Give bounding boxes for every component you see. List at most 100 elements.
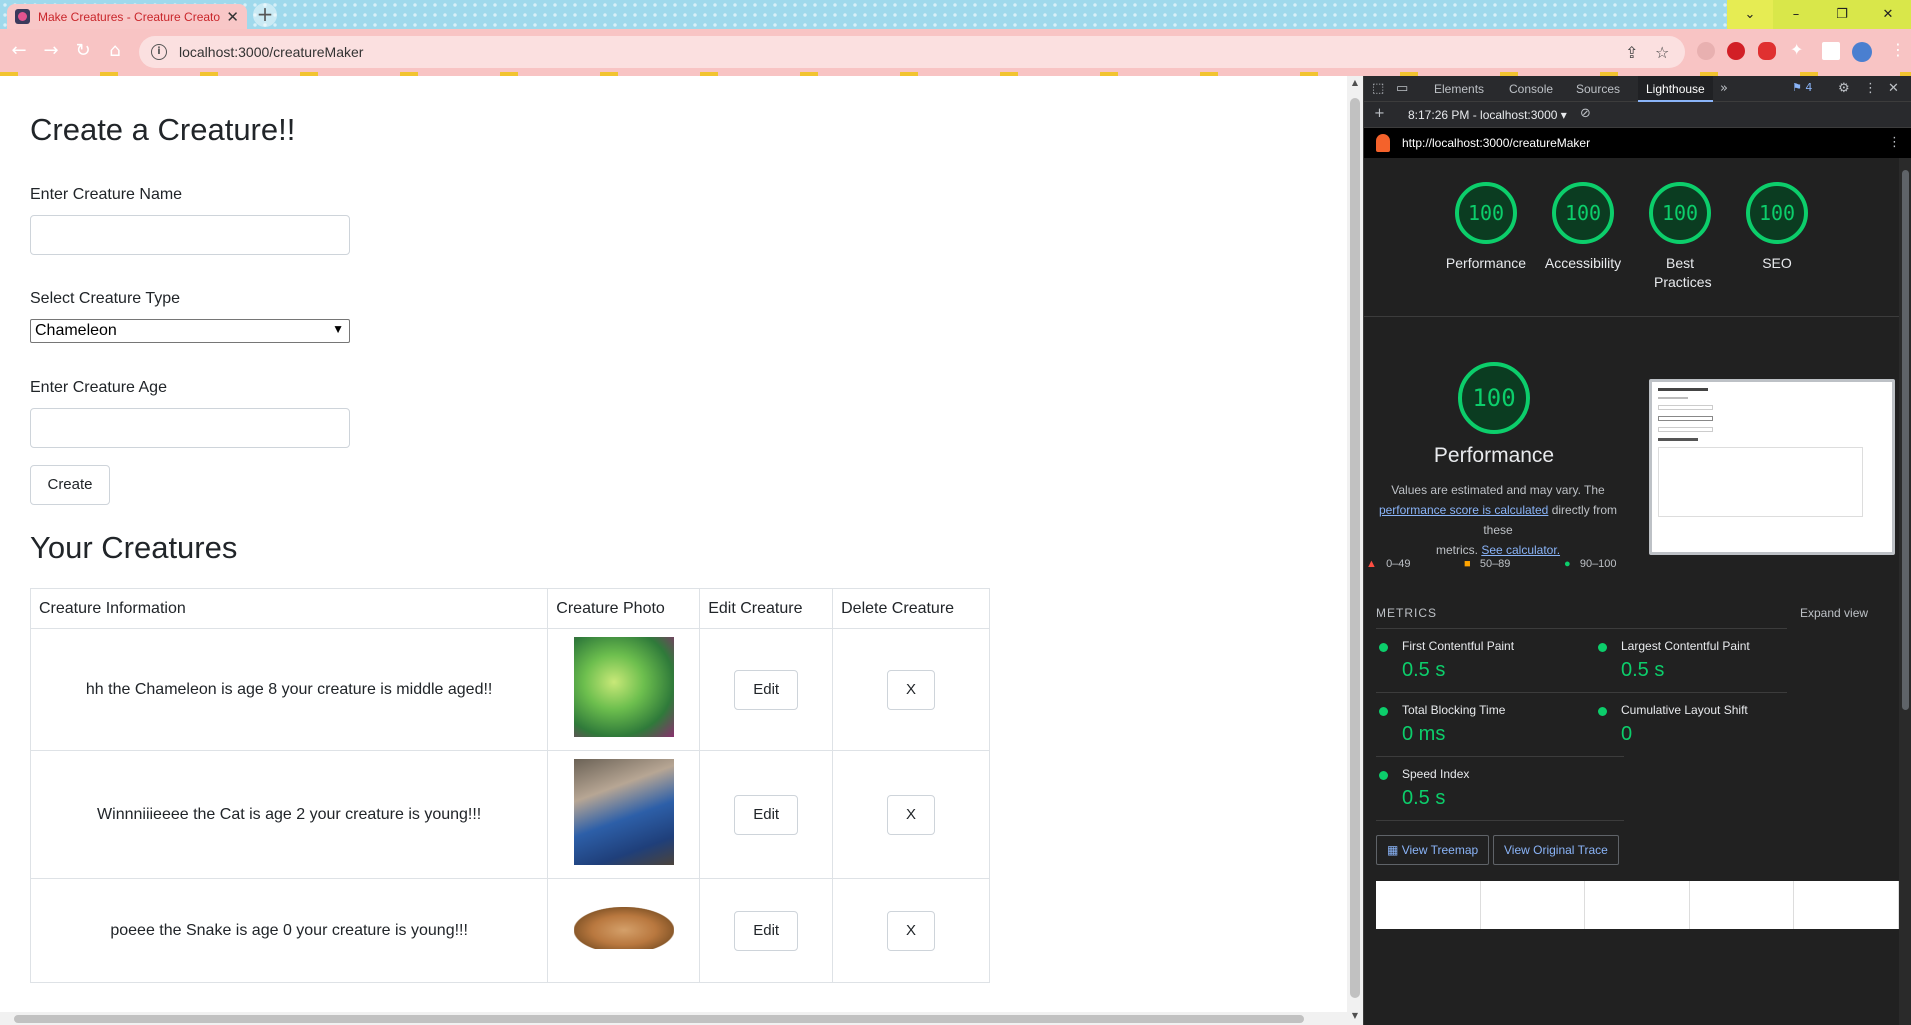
- tab-lighthouse[interactable]: Lighthouse: [1638, 76, 1713, 102]
- extension-icon[interactable]: [1697, 42, 1715, 60]
- extension-icon[interactable]: [1758, 42, 1776, 60]
- legend-label: 50–89: [1479, 558, 1511, 570]
- scroll-up-icon[interactable]: ▲: [1347, 78, 1363, 87]
- creature-info: hh the Chameleon is age 8 your creature …: [29, 628, 549, 751]
- scroll-down-icon[interactable]: ▼: [1347, 1011, 1363, 1020]
- restore-button[interactable]: ❐: [1819, 0, 1865, 29]
- delete-cell: X: [832, 750, 990, 879]
- extension-icon[interactable]: [1727, 42, 1745, 60]
- score-calculation-link[interactable]: performance score is calculated: [1379, 503, 1548, 517]
- filmstrip-frame: [1794, 881, 1899, 929]
- report-url[interactable]: http://localhost:3000/creatureMaker: [1402, 136, 1590, 150]
- more-tabs-icon[interactable]: »: [1720, 81, 1728, 96]
- inspect-element-icon[interactable]: ⬚: [1372, 81, 1384, 96]
- score-label: Performance: [1445, 255, 1527, 271]
- delete-button[interactable]: X: [887, 794, 936, 835]
- filmstrip-frame: [1585, 881, 1690, 929]
- divider: [1364, 316, 1899, 317]
- bookmark-star-icon[interactable]: ☆: [1655, 43, 1669, 62]
- avatar[interactable]: [1852, 42, 1872, 62]
- minimize-button[interactable]: –: [1773, 0, 1819, 29]
- metric-name: First Contentful Paint: [1402, 639, 1515, 653]
- filmstrip-frame: [1690, 881, 1795, 929]
- chameleon-photo: [573, 637, 674, 737]
- scrollbar-thumb[interactable]: [1902, 170, 1909, 710]
- delete-button[interactable]: X: [887, 669, 936, 710]
- issues-badge[interactable]: ⚑ 4: [1792, 81, 1812, 94]
- tab-search-button[interactable]: ⌄: [1727, 0, 1773, 29]
- view-trace-button[interactable]: View Original Trace: [1493, 835, 1619, 865]
- page-vertical-scrollbar[interactable]: ▲ ▼: [1347, 76, 1363, 1025]
- expand-view-link[interactable]: Expand view: [1800, 606, 1868, 620]
- pass-circle-icon: [1379, 643, 1388, 652]
- metric-name: Cumulative Layout Shift: [1621, 703, 1748, 717]
- column-header: Creature Information: [29, 588, 549, 629]
- reload-icon[interactable]: ↻: [70, 38, 96, 64]
- edit-button[interactable]: Edit: [734, 910, 799, 951]
- close-window-button[interactable]: ✕: [1865, 0, 1911, 29]
- scrollbar-thumb[interactable]: [1350, 98, 1360, 998]
- view-treemap-button[interactable]: ▦ View Treemap: [1376, 835, 1490, 865]
- sidepanel-icon[interactable]: [1822, 42, 1840, 60]
- performance-title: Performance: [1433, 444, 1555, 467]
- site-info-icon[interactable]: i: [151, 44, 167, 60]
- page-horizontal-scrollbar[interactable]: [0, 1012, 1347, 1025]
- devtools-tab-bar: ⬚ ▭ Elements Console Sources Lighthouse …: [1364, 76, 1911, 102]
- delete-button[interactable]: X: [887, 910, 936, 951]
- tab-console[interactable]: Console: [1501, 76, 1561, 102]
- fail-triangle-icon: ▲: [1366, 558, 1377, 570]
- type-label: Select Creature Type: [30, 290, 181, 307]
- score-gauge[interactable]: 100: [1649, 182, 1711, 244]
- devtools-panel: ⬚ ▭ Elements Console Sources Lighthouse …: [1363, 76, 1911, 1025]
- score-label: Best Practices: [1654, 255, 1712, 290]
- pass-circle-icon: [1598, 643, 1607, 652]
- forward-arrow-icon[interactable]: →: [38, 38, 64, 64]
- photo-cell: [547, 878, 701, 983]
- devtools-scrollbar[interactable]: [1899, 158, 1911, 1025]
- column-header: Creature Photo: [547, 588, 701, 629]
- metric-name: Total Blocking Time: [1402, 703, 1506, 717]
- see-calculator-link[interactable]: See calculator.: [1481, 543, 1560, 557]
- metrics-title: METRICS: [1376, 606, 1437, 620]
- new-tab-button[interactable]: +: [253, 3, 277, 27]
- tab-sources[interactable]: Sources: [1568, 76, 1628, 102]
- edit-button[interactable]: Edit: [734, 669, 799, 710]
- new-report-icon[interactable]: +: [1374, 106, 1385, 121]
- share-icon[interactable]: ⇪: [1625, 43, 1638, 62]
- score-gauge[interactable]: 100: [1455, 182, 1517, 244]
- address-bar: ← → ↻ ⌂ i localhost:3000/creatureMaker ⇪…: [0, 29, 1911, 75]
- menu-kebab-icon[interactable]: ⋮: [1890, 40, 1906, 59]
- performance-description: Values are estimated and may vary. The p…: [1364, 480, 1632, 560]
- edit-button[interactable]: Edit: [734, 794, 799, 835]
- home-icon[interactable]: ⌂: [102, 38, 128, 64]
- tab-elements[interactable]: Elements: [1426, 76, 1492, 102]
- omnibox[interactable]: i localhost:3000/creatureMaker ⇪ ☆: [139, 36, 1685, 68]
- device-toolbar-icon[interactable]: ▭: [1396, 81, 1408, 96]
- extensions-puzzle-icon[interactable]: ✦: [1790, 40, 1803, 59]
- browser-tab[interactable]: Make Creatures - Creature Creator ✕: [7, 4, 247, 29]
- score-gauge[interactable]: 100: [1746, 182, 1808, 244]
- devtools-menu-icon[interactable]: ⋮: [1864, 81, 1877, 96]
- metric-value: 0 ms: [1402, 723, 1446, 745]
- page-screenshot-thumbnail[interactable]: [1649, 379, 1895, 555]
- column-header: Delete Creature: [832, 588, 990, 629]
- scrollbar-thumb[interactable]: [14, 1015, 1304, 1023]
- metric-value: 0.5 s: [1621, 659, 1665, 681]
- url-text[interactable]: localhost:3000/creatureMaker: [179, 44, 363, 60]
- settings-gear-icon[interactable]: ⚙: [1838, 81, 1850, 96]
- report-selector[interactable]: 8:17:26 PM - localhost:3000 ▾: [1408, 108, 1567, 122]
- back-arrow-icon[interactable]: ←: [6, 38, 32, 64]
- score-label: SEO: [1762, 255, 1792, 271]
- creature-name-input[interactable]: [30, 215, 350, 255]
- create-button[interactable]: Create: [30, 465, 110, 505]
- report-menu-icon[interactable]: ⋮: [1888, 135, 1901, 150]
- clear-report-icon[interactable]: ⊘: [1580, 106, 1591, 121]
- tab-title: Make Creatures - Creature Creator: [38, 9, 221, 24]
- selected-type: Chameleon: [35, 322, 117, 339]
- creature-age-input[interactable]: [30, 408, 350, 448]
- score-gauge[interactable]: 100: [1552, 182, 1614, 244]
- desc-text: Values are estimated and may vary. The: [1391, 483, 1605, 497]
- close-tab-icon[interactable]: ✕: [226, 8, 239, 26]
- creature-type-select[interactable]: Chameleon ▼: [30, 319, 350, 343]
- close-devtools-icon[interactable]: ✕: [1888, 81, 1899, 96]
